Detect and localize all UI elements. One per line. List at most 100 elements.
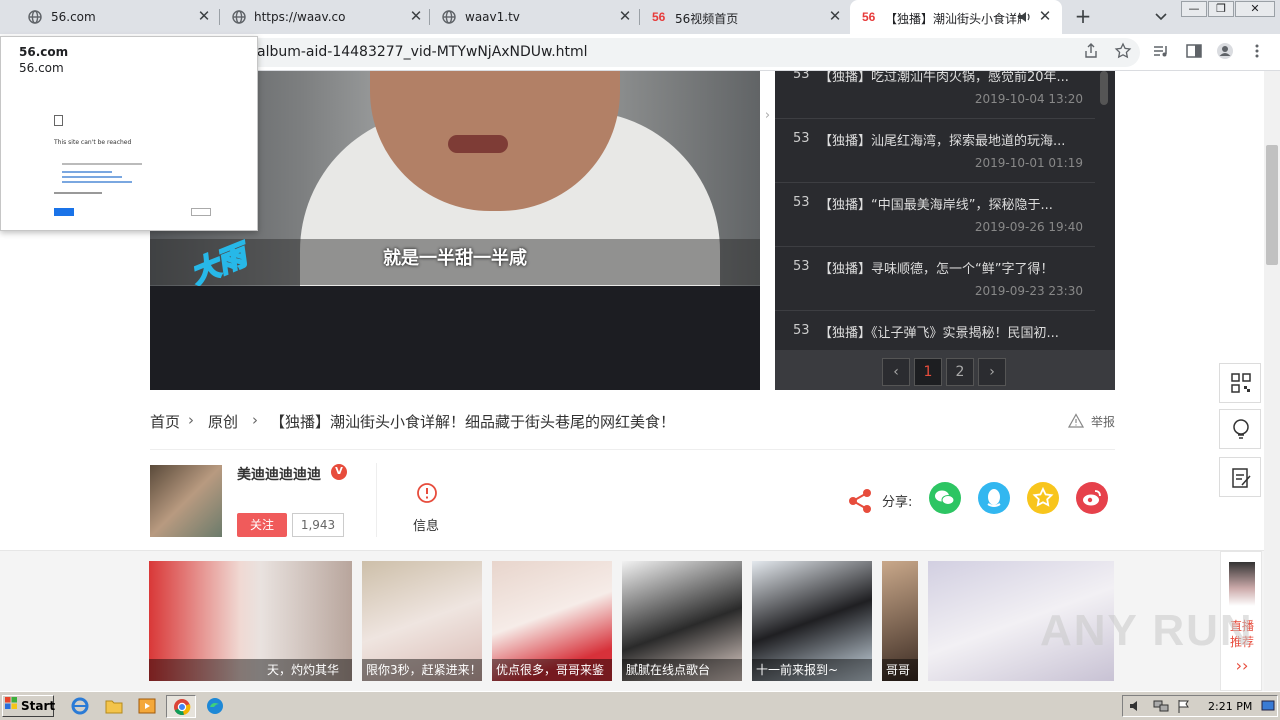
playlist-collapse-icon[interactable]: › [760,101,775,131]
browser-tab-strip: 56.com ✕ https://waav.co ✕ waav1.tv ✕ 56… [0,0,1280,34]
close-icon[interactable]: ✕ [617,8,633,24]
live-thumbnail[interactable]: 十一前来报到~ [752,561,872,681]
report-link[interactable]: 举报 [1091,413,1115,430]
flag-icon[interactable] [1177,699,1191,713]
thumbnail-caption: 优点很多，哥哥来鉴 [492,659,612,681]
preview-details-button [191,208,211,216]
56-logo-icon: 56 [862,10,876,24]
browser-tab-active-video[interactable]: 56 【独播】潮汕街头小食详解 ✕ [850,0,1062,34]
weibo-icon [1083,490,1101,506]
window-close-button[interactable]: ✕ [1235,1,1275,17]
tab-hover-preview: 56.com 56.com This site can't be reached [0,36,258,231]
volume-icon[interactable] [1129,699,1143,713]
media-player-icon[interactable] [137,696,157,716]
close-icon[interactable]: ✕ [408,8,424,24]
follow-button[interactable]: 关注 [237,513,287,537]
share-page-icon[interactable] [1082,42,1100,60]
weibo-share-button[interactable] [1076,482,1108,514]
playlist-item-number: 53 [793,71,810,82]
wechat-icon [935,490,955,505]
profile-avatar-icon[interactable] [1216,42,1234,60]
preview-reload-button [54,208,74,216]
pager-page-2[interactable]: 2 [946,358,974,386]
playlist-item[interactable]: 53 【独播】吃过潮汕牛肉火锅，感觉前20年... 2019-10-04 13:… [775,71,1095,119]
live-thumbnail[interactable]: 腻腻在线点歌台 [622,561,742,681]
edge-icon[interactable] [205,696,225,716]
star-icon [1032,486,1054,507]
close-icon[interactable]: ✕ [827,8,843,24]
info-label[interactable]: 信息 [413,515,439,534]
pager-next-button[interactable]: › [978,358,1006,386]
preview-text-line [62,163,142,165]
share-icon [849,489,871,513]
internet-explorer-icon[interactable] [70,696,90,716]
browser-tab-waav1-tv[interactable]: waav1.tv ✕ [430,0,640,34]
pager-page-1[interactable]: 1 [914,358,942,386]
show-desktop-icon[interactable] [1261,699,1275,713]
close-icon[interactable]: ✕ [1037,8,1053,24]
url-text[interactable]: album-aid-14483277_vid-MTYwNjAxNDUw.html [257,44,588,60]
live-thumbnail[interactable]: 限你3秒，赶紧进来！ [362,561,482,681]
playlist-item[interactable]: 53 【独播】汕尾红海湾，探索最地道的玩海... 2019-10-01 01:1… [775,119,1095,183]
chevron-down-icon[interactable] [1152,9,1170,25]
minimize-button[interactable]: — [1181,1,1207,17]
vertical-divider [376,463,377,537]
playlist-item-title: 【独播】吃过潮汕牛肉火锅，感觉前20年... [819,71,1069,85]
chrome-taskbar-button[interactable] [166,695,196,718]
side-panel-icon[interactable] [1185,42,1203,60]
speaker-icon[interactable] [1018,11,1032,23]
breadcrumb-category-link[interactable]: 原创 [208,411,238,432]
playlist-scrollbar[interactable] [1100,71,1108,105]
follower-count: 1,943 [292,513,344,537]
restore-button[interactable]: ❐ [1208,1,1234,17]
chevron-right-icon: › [188,411,194,429]
network-icon[interactable] [1153,699,1169,713]
media-control-icon[interactable] [1152,42,1170,60]
uploader-name[interactable]: 美迪迪迪迪迪 [237,464,321,484]
live-thumbnail[interactable]: 天，灼灼其华 [149,561,352,681]
kebab-menu-icon[interactable] [1248,42,1266,60]
new-tab-button[interactable]: + [1072,6,1094,28]
pager-prev-button[interactable]: ‹ [882,358,910,386]
chrome-icon [174,699,191,716]
wechat-share-button[interactable] [929,482,961,514]
browser-tab-56-home[interactable]: 56 56视频首页 ✕ [640,0,850,34]
qzone-share-button[interactable] [1027,482,1059,514]
bookmark-star-icon[interactable] [1114,42,1132,60]
live-thumbnail[interactable]: 哥哥 [882,561,918,681]
folder-icon[interactable] [104,696,124,716]
playlist-pagination: ‹ 1 2 › [775,350,1115,390]
taskbar-clock: 2:21 PM [1208,700,1253,713]
preview-link-line [62,171,112,173]
edit-note-button[interactable] [1219,457,1261,497]
browser-tab-waav-co[interactable]: https://waav.co ✕ [220,0,430,34]
page-scrollbar-thumb[interactable] [1266,145,1278,265]
playlist-panel: 53 【独播】吃过潮汕牛肉火锅，感觉前20年... 2019-10-04 13:… [775,71,1115,390]
breadcrumb-home-link[interactable]: 首页 [150,411,180,432]
close-icon[interactable]: ✕ [196,8,212,24]
playlist-item-title: 【独播】“中国最美海岸线”，探秘隐于... [819,198,1053,213]
playlist-item-title: 【独播】《让子弹飞》实景揭秘！民国初... [819,326,1059,341]
browser-tab-56com[interactable]: 56.com ✕ [8,0,220,34]
playlist-item-number: 53 [793,195,810,210]
playlist-item[interactable]: 53 【独播】“中国最美海岸线”，探秘隐于... 2019-09-26 19:4… [775,183,1095,247]
info-alert-icon[interactable] [416,482,438,504]
uploader-avatar[interactable] [150,465,222,537]
globe-icon [232,10,246,24]
playlist-item-number: 53 [793,323,810,338]
56-logo-icon: 56 [652,10,666,24]
tab-label: 56.com [51,10,96,24]
feedback-lightbulb-button[interactable] [1219,409,1261,449]
qq-share-button[interactable] [978,482,1010,514]
system-tray [1122,695,1278,717]
lightbulb-icon [1233,419,1249,439]
live-thumbnail[interactable]: 优点很多，哥哥来鉴 [492,561,612,681]
breadcrumb: 首页 › 原创 › 【独播】潮汕街头小食详解！细品藏于街头巷尾的网红美食！ [150,411,1115,433]
warning-icon[interactable] [1068,413,1084,429]
preview-url: 56.com [19,61,64,75]
playlist-item[interactable]: 53 【独播】寻味顺德，怎一个“鲜”字了得！ 2019-09-23 23:30 [775,247,1095,311]
playlist-item-title: 【独播】寻味顺德，怎一个“鲜”字了得！ [819,262,1054,277]
edit-icon [1232,468,1251,488]
globe-icon [28,10,42,24]
qr-code-button[interactable] [1219,363,1261,403]
